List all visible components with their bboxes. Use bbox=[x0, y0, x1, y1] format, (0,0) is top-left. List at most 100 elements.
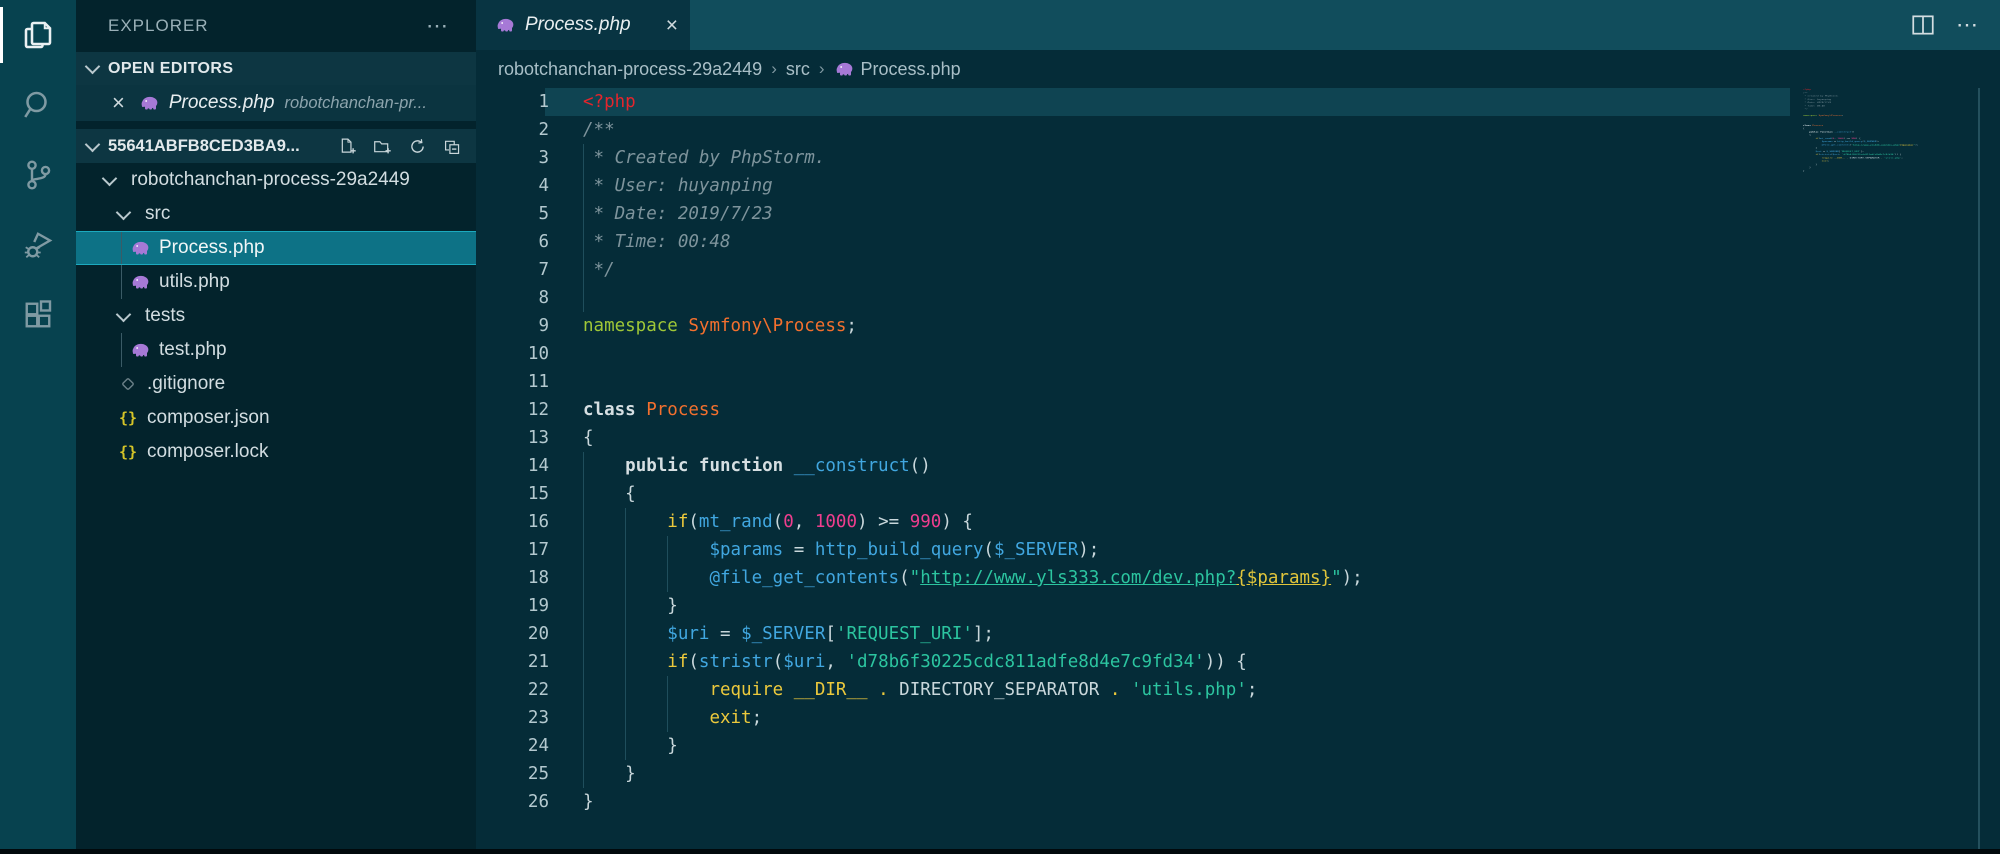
code-line-23: exit; bbox=[476, 704, 1363, 732]
open-editor-item[interactable]: × Process.php robotchanchan-pr... bbox=[76, 85, 476, 121]
indent-guide bbox=[583, 760, 584, 788]
indent-guide bbox=[625, 620, 626, 648]
new-file-icon[interactable] bbox=[338, 137, 357, 156]
git-file-icon bbox=[118, 374, 138, 394]
explorer-more-actions-icon[interactable]: ⋯ bbox=[426, 13, 450, 39]
indent-guide bbox=[583, 284, 584, 312]
breadcrumb-separator: › bbox=[771, 59, 777, 79]
indent-guide bbox=[583, 144, 584, 172]
code-line-2: /** bbox=[476, 116, 1363, 144]
minimap-content: <?php/** * Created by PhpStorm. * User: … bbox=[1803, 88, 1829, 172]
code-line-12: class Process bbox=[476, 396, 1363, 424]
tab-bar: Process.php × ⋯ bbox=[476, 0, 2000, 50]
tree-item-robotchanchan-process-29a2449[interactable]: robotchanchan-process-29a2449 bbox=[76, 163, 476, 197]
activity-source-control-button[interactable] bbox=[0, 140, 76, 210]
source-control-icon bbox=[20, 157, 56, 193]
tab-process-php[interactable]: Process.php × bbox=[476, 0, 690, 50]
chevron-down-icon bbox=[116, 306, 132, 322]
indent-guide bbox=[625, 536, 626, 564]
code-line-1: <?php bbox=[476, 88, 1363, 116]
code-line-26: } bbox=[476, 788, 1363, 816]
tree-item-src[interactable]: src bbox=[76, 197, 476, 231]
breadcrumb-item-src[interactable]: src bbox=[786, 59, 810, 80]
indent-guide bbox=[625, 704, 626, 732]
close-icon[interactable]: × bbox=[112, 92, 125, 114]
refresh-icon[interactable] bbox=[408, 137, 427, 156]
chevron-down-icon bbox=[85, 136, 101, 152]
indent-guide bbox=[583, 172, 584, 200]
code-line-25: } bbox=[476, 760, 1363, 788]
code-line-15: { bbox=[476, 480, 1363, 508]
tree-item-label: composer.lock bbox=[147, 441, 268, 463]
tree-item-composer-lock[interactable]: {} composer.lock bbox=[76, 435, 476, 469]
tree-item-label: src bbox=[145, 203, 170, 225]
open-editor-filename: Process.php bbox=[169, 92, 275, 114]
tree-item-label: tests bbox=[145, 305, 185, 327]
code-line-9: namespace Symfony\Process; bbox=[476, 312, 1363, 340]
section-gap bbox=[76, 121, 476, 129]
activity-search-button[interactable] bbox=[0, 70, 76, 140]
new-folder-icon[interactable] bbox=[373, 137, 392, 156]
indent-guide bbox=[583, 536, 584, 564]
tree-item-label: .gitignore bbox=[147, 373, 225, 395]
indent-guide bbox=[583, 648, 584, 676]
php-file-icon bbox=[139, 93, 159, 113]
indent-guide bbox=[583, 620, 584, 648]
code-line-24: } bbox=[476, 732, 1363, 760]
activity-explorer-button[interactable] bbox=[0, 0, 76, 70]
code-line-11 bbox=[476, 368, 1363, 396]
more-actions-icon[interactable]: ⋯ bbox=[1956, 12, 1980, 38]
breadcrumb: robotchanchan-process-29a2449 › src › Proces… bbox=[476, 50, 2000, 88]
tree-item-label: test.php bbox=[159, 339, 227, 361]
indent-guide bbox=[625, 508, 626, 536]
tree-item--gitignore[interactable]: .gitignore bbox=[76, 367, 476, 401]
code-line-8 bbox=[476, 284, 1363, 312]
activity-extensions-button[interactable] bbox=[0, 280, 76, 350]
indent-guide bbox=[121, 232, 122, 264]
explorer-sidebar: EXPLORER ⋯ OPEN EDITORS × Process.php ro… bbox=[76, 0, 476, 854]
editor-group: Process.php × ⋯ robotchanchan-process-29… bbox=[476, 0, 2000, 854]
open-editors-header[interactable]: OPEN EDITORS bbox=[76, 52, 476, 85]
breadcrumb-item-process-php[interactable]: Process.php bbox=[834, 59, 961, 80]
breadcrumb-separator: › bbox=[819, 59, 825, 79]
split-editor-icon[interactable] bbox=[1910, 12, 1936, 38]
php-file-icon bbox=[130, 340, 150, 360]
code-editor[interactable]: 1234567891011121314151617181920212223242… bbox=[476, 88, 2000, 854]
tree-item-process-php[interactable]: Process.php bbox=[76, 231, 476, 265]
search-icon bbox=[20, 87, 56, 123]
breadcrumb-label: src bbox=[786, 59, 810, 80]
indent-guide bbox=[121, 265, 122, 299]
indent-guide bbox=[625, 648, 626, 676]
indent-guide bbox=[625, 732, 626, 760]
tree-item-label: robotchanchan-process-29a2449 bbox=[131, 169, 410, 191]
collapse-all-icon[interactable] bbox=[443, 137, 462, 156]
tree-item-test-php[interactable]: test.php bbox=[76, 333, 476, 367]
open-editor-description: robotchanchan-pr... bbox=[284, 94, 426, 113]
breadcrumb-label: Process.php bbox=[861, 59, 961, 80]
php-file-icon bbox=[495, 15, 515, 35]
indent-guide bbox=[583, 676, 584, 704]
json-file-icon: {} bbox=[118, 442, 138, 462]
activity-run-debug-button[interactable] bbox=[0, 210, 76, 280]
close-icon[interactable]: × bbox=[666, 15, 678, 36]
indent-guide bbox=[667, 676, 668, 704]
code-line-18: @file_get_contents("http://www.yls333.co… bbox=[476, 564, 1363, 592]
code-line-13: { bbox=[476, 424, 1363, 452]
tree-action-buttons bbox=[338, 137, 462, 156]
code-line-4: * User: huyanping bbox=[476, 172, 1363, 200]
indent-guide bbox=[625, 592, 626, 620]
php-file-icon bbox=[834, 59, 854, 79]
breadcrumb-label: robotchanchan-process-29a2449 bbox=[498, 59, 762, 80]
tree-item-composer-json[interactable]: {}composer.json bbox=[76, 401, 476, 435]
editor-actions: ⋯ bbox=[1910, 12, 1980, 38]
tree-item-utils-php[interactable]: utils.php bbox=[76, 265, 476, 299]
minimap[interactable]: <?php/** * Created by PhpStorm. * User: … bbox=[1803, 88, 1979, 854]
indent-guide bbox=[625, 564, 626, 592]
breadcrumb-item-robotchanchan-process-29a2449[interactable]: robotchanchan-process-29a2449 bbox=[498, 59, 762, 80]
tree-item-tests[interactable]: tests bbox=[76, 299, 476, 333]
php-file-icon bbox=[130, 272, 150, 292]
activity-bar bbox=[0, 0, 76, 854]
workspace-section-header[interactable]: 55641ABFB8CED3BA9... bbox=[76, 129, 476, 163]
workspace-name-label: 55641ABFB8CED3BA9... bbox=[108, 137, 300, 156]
chevron-down-icon bbox=[116, 204, 132, 220]
